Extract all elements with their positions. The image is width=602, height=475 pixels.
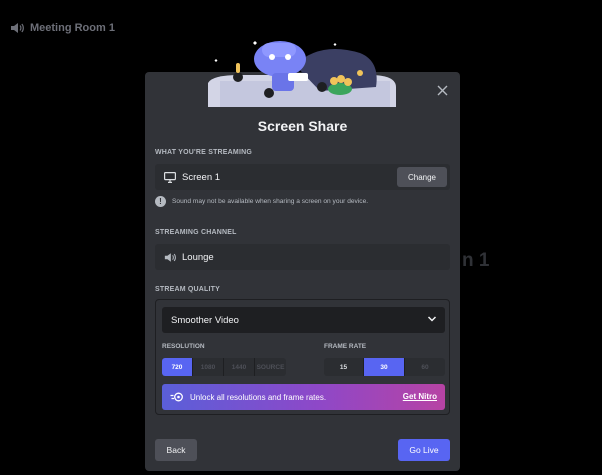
back-button[interactable]: Back (155, 439, 197, 461)
channel-name: Meeting Room 1 (30, 22, 115, 34)
screen-share-illustration (208, 41, 396, 107)
go-live-button[interactable]: Go Live (398, 439, 450, 461)
resolution-label: RESOLUTION (162, 343, 205, 350)
frame-rate-option[interactable]: 60 (405, 358, 445, 376)
resolution-option[interactable]: 1080 (193, 358, 224, 376)
streaming-source-field: Screen 1 Change (155, 164, 450, 190)
screen-share-modal: Screen Share WHAT YOU'RE STREAMING Scree… (145, 72, 460, 471)
close-icon (437, 85, 447, 95)
streaming-channel-name: Lounge (182, 251, 214, 263)
audio-warning: ! Sound may not be available when sharin… (155, 196, 368, 207)
streaming-channel-field: Lounge (155, 244, 450, 270)
resolution-option[interactable]: 720 (162, 358, 193, 376)
monitor-icon (164, 171, 176, 183)
get-nitro-link[interactable]: Get Nitro (403, 392, 437, 401)
nitro-icon (170, 392, 183, 402)
speaker-icon (164, 252, 176, 262)
info-icon: ! (155, 196, 166, 207)
modal-title: Screen Share (257, 118, 348, 134)
nitro-upsell-banner: Unlock all resolutions and frame rates. … (162, 384, 445, 410)
resolution-option[interactable]: SOURCE (255, 358, 286, 376)
stream-quality-panel: Smoother Video RESOLUTION 720 1080 1440 … (155, 299, 450, 415)
nitro-upsell-text: Unlock all resolutions and frame rates. (190, 392, 327, 402)
frame-rate-label: FRAME RATE (324, 343, 367, 350)
resolution-option[interactable]: 1440 (224, 358, 255, 376)
voice-channel-header: Meeting Room 1 (10, 22, 115, 34)
change-source-button[interactable]: Change (397, 167, 447, 187)
streaming-source-label: WHAT YOU'RE STREAMING (155, 149, 252, 156)
close-button[interactable] (434, 82, 450, 98)
background-stage-text: n 1 (462, 250, 490, 271)
speaker-icon (11, 23, 24, 33)
resolution-selector: 720 1080 1440 SOURCE (162, 358, 286, 376)
quality-preset-value: Smoother Video (171, 314, 239, 326)
streaming-source-name: Screen 1 (182, 171, 221, 183)
audio-warning-text: Sound may not be available when sharing … (172, 198, 369, 205)
chevron-down-icon (427, 316, 437, 322)
frame-rate-selector: 15 30 60 (324, 358, 445, 376)
quality-preset-select[interactable]: Smoother Video (162, 307, 445, 333)
stream-quality-label: STREAM QUALITY (155, 286, 221, 293)
frame-rate-option[interactable]: 30 (364, 358, 405, 376)
frame-rate-option[interactable]: 15 (324, 358, 364, 376)
streaming-channel-label: STREAMING CHANNEL (155, 229, 237, 236)
